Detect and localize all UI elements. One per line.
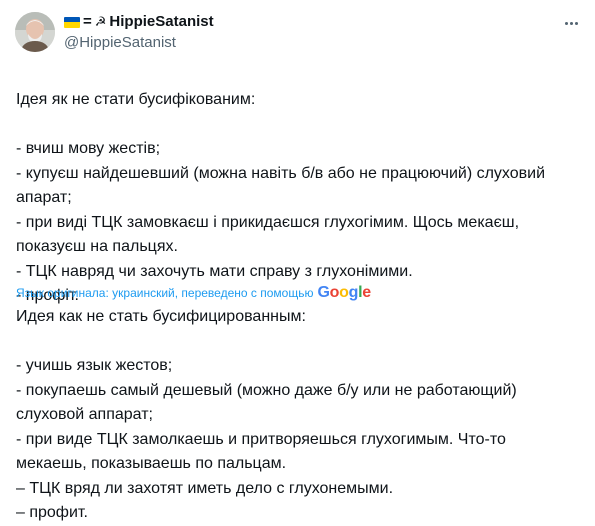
google-logo: Google: [317, 284, 371, 301]
tweet-original-text: Ідея як не стати бусифікованим: - вчиш м…: [16, 88, 581, 309]
more-dot: [574, 21, 578, 25]
ukraine-flag-icon: [64, 16, 80, 28]
more-horizontal-icon: [564, 21, 568, 25]
avatar[interactable]: [15, 12, 55, 52]
hammer-sickle-icon: ☭: [94, 14, 107, 29]
text-line: - учишь язык жестов;: [16, 357, 173, 374]
display-name[interactable]: HippieSatanist: [109, 12, 213, 32]
text-line: - вчиш мову жестів;: [16, 140, 161, 157]
text-line: - при виді ТЦК замовкаєш і прикидаєшся г…: [16, 213, 520, 231]
more-dot: [569, 21, 573, 25]
translation-note[interactable]: Язык оригинала: украинский, переведено с…: [16, 286, 313, 300]
text-line: – профит.: [16, 504, 88, 521]
equals-symbol: =: [83, 13, 92, 30]
text-line: - ТЦК навряд чи захочуть мати справу з г…: [16, 262, 413, 280]
text-line: - при виде ТЦК замолкаешь и притворяешьс…: [16, 430, 506, 448]
text-line: показуєш на пальцях.: [16, 238, 178, 255]
text-line: Идея как не стать бусифицированным:: [16, 308, 306, 325]
author-handle[interactable]: @HippieSatanist: [64, 33, 176, 52]
avatar-photo: [15, 12, 55, 52]
text-line: слуховой аппарат;: [16, 406, 153, 423]
translation-attribution[interactable]: Язык оригинала: украинский, переведено с…: [16, 283, 371, 303]
text-line: [16, 330, 581, 355]
text-line: - купуєш найдешевший (можна навіть б/в а…: [16, 164, 546, 182]
tweet-translated-text: Идея как не стать бусифицированным: - уч…: [16, 305, 581, 526]
author-name-row[interactable]: = ☭ HippieSatanist: [64, 12, 214, 32]
more-options-button[interactable]: [560, 12, 582, 34]
text-line: апарат;: [16, 189, 72, 206]
text-line: [16, 113, 581, 138]
tweet: = ☭ HippieSatanist @HippieSatanist Ідея …: [0, 0, 595, 521]
text-line: – ТЦК вряд ли захотят иметь дело с глухо…: [16, 479, 394, 497]
text-line: Ідея як не стати бусифікованим:: [16, 91, 256, 108]
text-line: - покупаешь самый дешевый (можно даже б/…: [16, 381, 517, 399]
text-line: мекаешь, показываешь по пальцам.: [16, 455, 287, 472]
